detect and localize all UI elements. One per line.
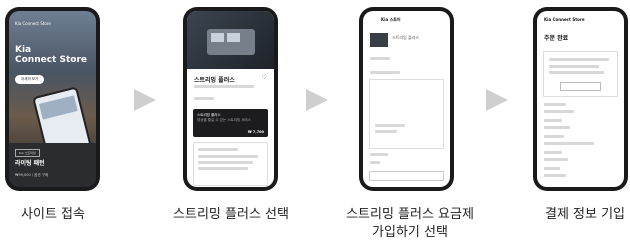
product-title: 라이팅 패턴	[15, 160, 45, 167]
store-logo: Kia Connect Store	[15, 21, 51, 26]
plan-card[interactable]: 스트리밍 플러스 영상을 즐길 수 있는 스트리밍 서비스 ₩ 7,700	[193, 109, 268, 137]
store-header: Kia 스토어	[381, 17, 401, 22]
hero-button[interactable]: 자세히 보기	[15, 75, 45, 84]
featured-product-panel[interactable]: Kia 스트리밍 라이팅 패턴 ₩99,000 / 옵션 구매	[9, 143, 96, 187]
phone-mockup: Kia Connect Store 주문 완료	[533, 7, 628, 191]
phone-screen-plan: Kia 스토어 스트리밍 플러스	[363, 11, 450, 187]
phone-screen-site: Kia Connect Store Kia Connect Store 자세히 …	[9, 11, 96, 187]
phone-mockup: 스트리밍 플러스 ♡ 스트리밍 플러스 영상을 즐길 수 있는 스트리밍 서비스…	[183, 7, 278, 191]
product-name: 스트리밍 플러스	[392, 35, 420, 40]
product-tag: Kia 스트리밍	[15, 149, 40, 157]
plan-price: ₩ 7,700	[247, 130, 264, 134]
plan-desc: 영상을 즐길 수 있는 스트리밍 서비스	[197, 118, 251, 122]
product-banner-image	[187, 11, 274, 69]
confirm-button[interactable]	[560, 82, 601, 91]
phone-mockup: Kia Connect Store Kia Connect Store 자세히 …	[5, 7, 100, 191]
order-summary-box	[543, 51, 618, 97]
phone-mockup: Kia 스토어 스트리밍 플러스	[359, 7, 454, 191]
store-logo: Kia Connect Store	[544, 17, 585, 22]
step-caption: 스트리밍 플러스 요금제 가입하기 선택	[346, 207, 474, 240]
chevron-right-arrow	[134, 89, 156, 111]
chevron-right-arrow	[306, 89, 328, 111]
hero-title: Kia Connect Store	[15, 45, 87, 65]
order-complete-heading: 주문 완료	[544, 35, 569, 42]
phone-screen-payment: Kia Connect Store 주문 완료	[537, 11, 624, 187]
heart-icon[interactable]: ♡	[262, 74, 267, 81]
chevron-right-arrow	[486, 89, 508, 111]
step-caption: 결제 정보 기입	[544, 207, 626, 222]
step-caption: 스트리밍 플러스 선택	[173, 207, 289, 222]
product-heading: 스트리밍 플러스	[194, 77, 235, 84]
product-price: ₩99,000 / 옵션 구매	[15, 173, 49, 177]
phone-screen-product: 스트리밍 플러스 ♡ 스트리밍 플러스 영상을 즐길 수 있는 스트리밍 서비스…	[187, 11, 274, 187]
plan-card-secondary[interactable]	[193, 142, 268, 186]
subscribe-button[interactable]	[369, 171, 444, 181]
product-thumbnail	[370, 33, 388, 47]
step-caption: 사이트 접속	[21, 207, 85, 222]
plan-detail-box	[369, 79, 444, 149]
